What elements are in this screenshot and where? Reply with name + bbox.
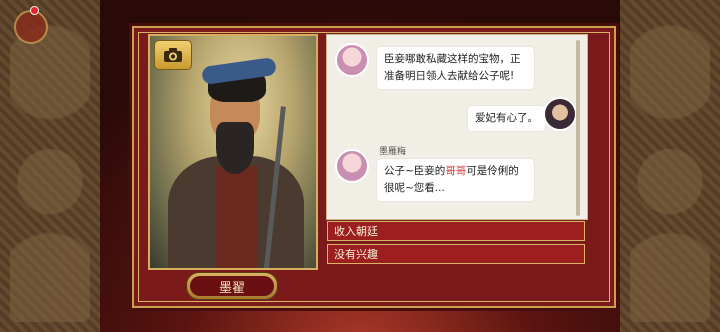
chat-message-highlight: 哥哥: [445, 165, 467, 177]
portrait-beard: [216, 122, 254, 174]
chat-bubble-right: 爱妃有心了。: [468, 106, 545, 131]
chat-scrollbar[interactable]: [576, 40, 580, 216]
notification-dot: [30, 6, 39, 15]
decor-pattern: [630, 10, 710, 322]
concubine-avatar: [335, 149, 369, 183]
player-avatar: [543, 97, 577, 131]
camera-button[interactable]: [154, 40, 192, 70]
chat-message-text: 臣妾哪敢私藏这样的宝物，正准备明日领人去献给公子呢!: [384, 53, 521, 82]
option-accept-button[interactable]: 收入朝廷: [327, 221, 585, 241]
right-decor-panel: [620, 0, 720, 332]
camera-icon: [164, 48, 182, 62]
portrait-robe: [216, 166, 258, 268]
chat-bubble-left: 公子~臣妾的哥哥可是伶俐的很呢~您看...: [377, 159, 534, 201]
character-nameplate: 墨翟: [186, 272, 278, 300]
left-decor-panel: [0, 0, 100, 332]
chat-bubble-left: 臣妾哪敢私藏这样的宝物，正准备明日领人去献给公子呢!: [377, 47, 534, 89]
character-name: 墨翟: [218, 280, 245, 296]
concubine-avatar: [335, 43, 369, 77]
seal-icon: [14, 10, 48, 44]
chat-log[interactable]: 臣妾哪敢私藏这样的宝物，正准备明日领人去献给公子呢! 爱妃有心了。 墨雁梅 公子…: [326, 34, 588, 220]
option-decline-button[interactable]: 没有兴趣: [327, 244, 585, 264]
chat-sender-name: 墨雁梅: [379, 147, 407, 157]
decor-pattern: [10, 10, 90, 322]
chat-message-text-before: 公子~臣妾的: [384, 165, 446, 177]
chat-message-text: 爱妃有心了。: [475, 112, 538, 124]
